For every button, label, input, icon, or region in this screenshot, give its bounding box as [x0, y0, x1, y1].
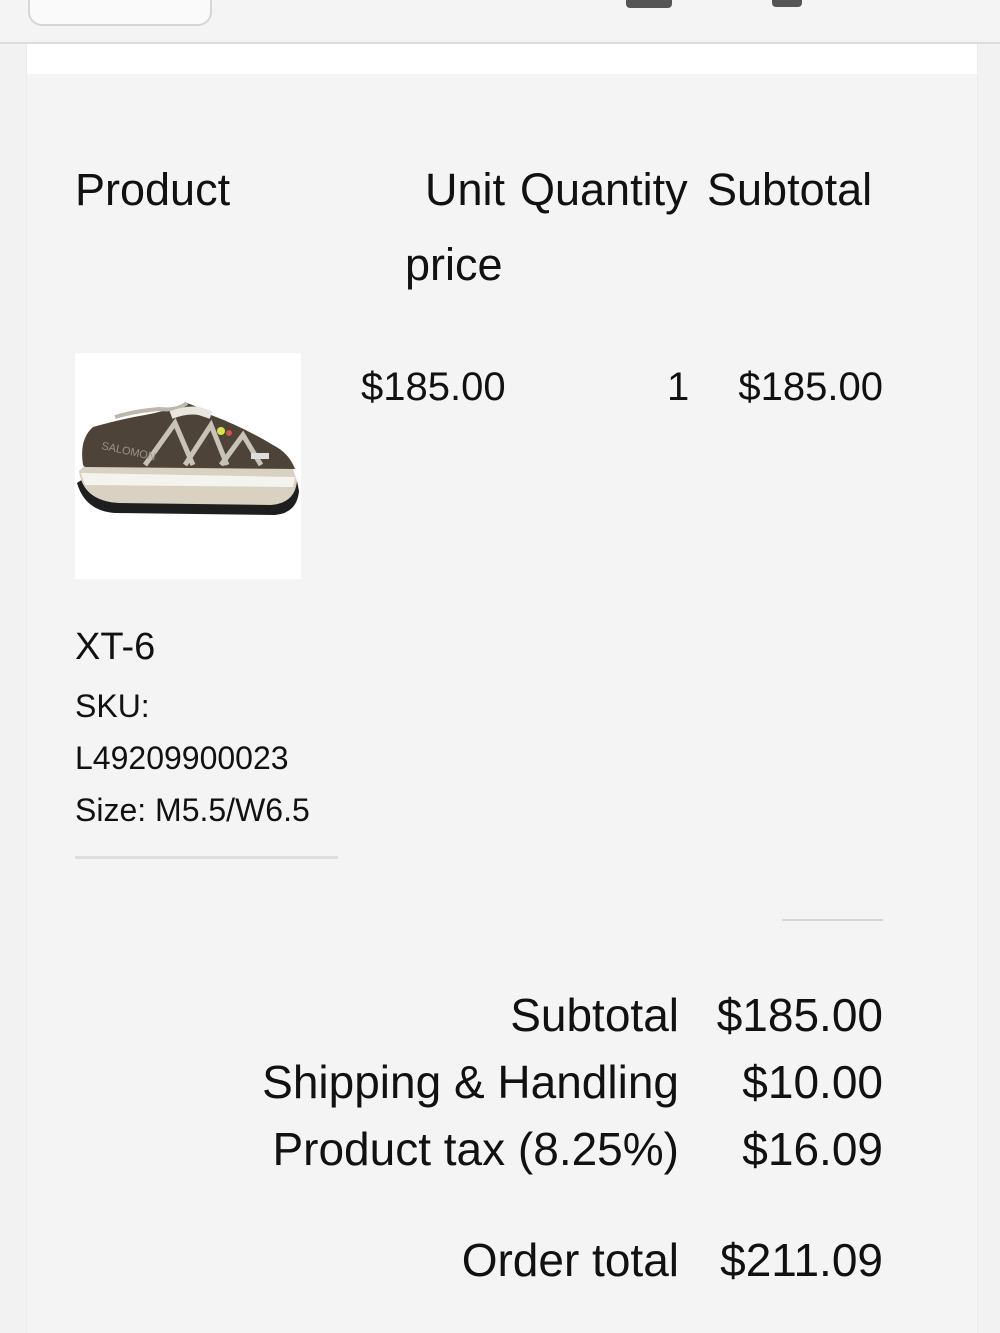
- summary-shipping-value: $10.00: [742, 1056, 883, 1108]
- sku-value: L49209900023: [75, 740, 289, 776]
- summary-subtotal-label: Subtotal: [510, 989, 679, 1041]
- size-value: Size: M5.5/W6.5: [75, 792, 310, 828]
- header-quantity: Quantity: [520, 164, 688, 215]
- summary-shipping-label: Shipping & Handling: [262, 1056, 679, 1108]
- header-product: Product: [75, 164, 231, 215]
- summary-divider: [782, 919, 883, 921]
- item-divider: [75, 856, 338, 859]
- summary-tax-value: $16.09: [742, 1123, 883, 1175]
- back-tab-button[interactable]: [28, 0, 212, 26]
- product-image[interactable]: SALOMON: [75, 353, 301, 579]
- top-bar: [0, 0, 1000, 44]
- cart-icon[interactable]: [772, 0, 802, 7]
- order-summary-panel: Product Unit price Quantity Subtotal SAL…: [26, 44, 978, 1333]
- summary-total-value: $211.09: [720, 1234, 883, 1286]
- item-subtotal: $185.00: [738, 365, 883, 409]
- item-unit-price: $185.00: [361, 365, 506, 409]
- summary-subtotal-value: $185.00: [716, 989, 883, 1041]
- header-subtotal: Subtotal: [707, 164, 873, 215]
- product-name[interactable]: XT-6: [75, 622, 155, 672]
- header-unit-price-line2: price: [405, 239, 503, 290]
- sneaker-icon: SALOMON: [77, 401, 299, 515]
- item-quantity: 1: [667, 365, 690, 409]
- summary-total-label: Order total: [461, 1234, 679, 1286]
- menu-icon[interactable]: [626, 0, 672, 8]
- summary-tax-label: Product tax (8.25%): [272, 1123, 679, 1175]
- sku-label: SKU:: [75, 688, 150, 724]
- panel-top-strip: [27, 44, 977, 74]
